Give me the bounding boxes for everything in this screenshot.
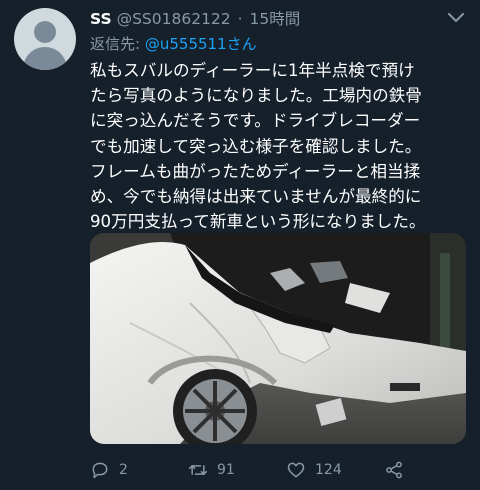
tweet-photo[interactable] bbox=[90, 233, 466, 444]
reply-bubble-icon bbox=[92, 462, 108, 479]
avatar-body-shape bbox=[23, 47, 67, 70]
tweet-actions: 2 91 124 bbox=[90, 458, 470, 482]
tweet[interactable]: SS @SS01862122 · 15時間 返信先: @u555511さん 私も… bbox=[0, 0, 480, 490]
reply-to-line: 返信先: @u555511さん bbox=[90, 33, 257, 55]
retweet-action[interactable]: 91 bbox=[188, 458, 235, 482]
like-count: 124 bbox=[315, 462, 342, 478]
heart-icon bbox=[287, 462, 305, 478]
reply-mention-link[interactable]: @u555511さん bbox=[145, 35, 257, 53]
avatar[interactable] bbox=[14, 8, 76, 70]
user-handle[interactable]: @SS01862122 bbox=[117, 10, 231, 28]
display-name[interactable]: SS bbox=[90, 10, 112, 28]
tweet-text: 私もスバルのディーラーに1年半点検で預け たら写真のようになりました。工場内の鉄… bbox=[90, 61, 426, 232]
timestamp[interactable]: 15時間 bbox=[249, 10, 300, 28]
avatar-head-shape bbox=[34, 21, 56, 43]
retweet-count: 91 bbox=[217, 462, 235, 478]
tweet-header: SS @SS01862122 · 15時間 bbox=[90, 8, 300, 30]
share-icon bbox=[386, 461, 402, 479]
retweet-icon bbox=[188, 465, 208, 475]
like-action[interactable]: 124 bbox=[286, 458, 342, 482]
reply-action[interactable]: 2 bbox=[90, 458, 128, 482]
separator-dot: · bbox=[237, 10, 243, 28]
photo-crashed-car-illustration bbox=[90, 233, 466, 444]
reply-count: 2 bbox=[119, 462, 128, 478]
reply-to-label: 返信先: bbox=[90, 35, 141, 53]
chevron-down-icon[interactable] bbox=[446, 10, 466, 26]
share-action[interactable] bbox=[384, 458, 413, 482]
